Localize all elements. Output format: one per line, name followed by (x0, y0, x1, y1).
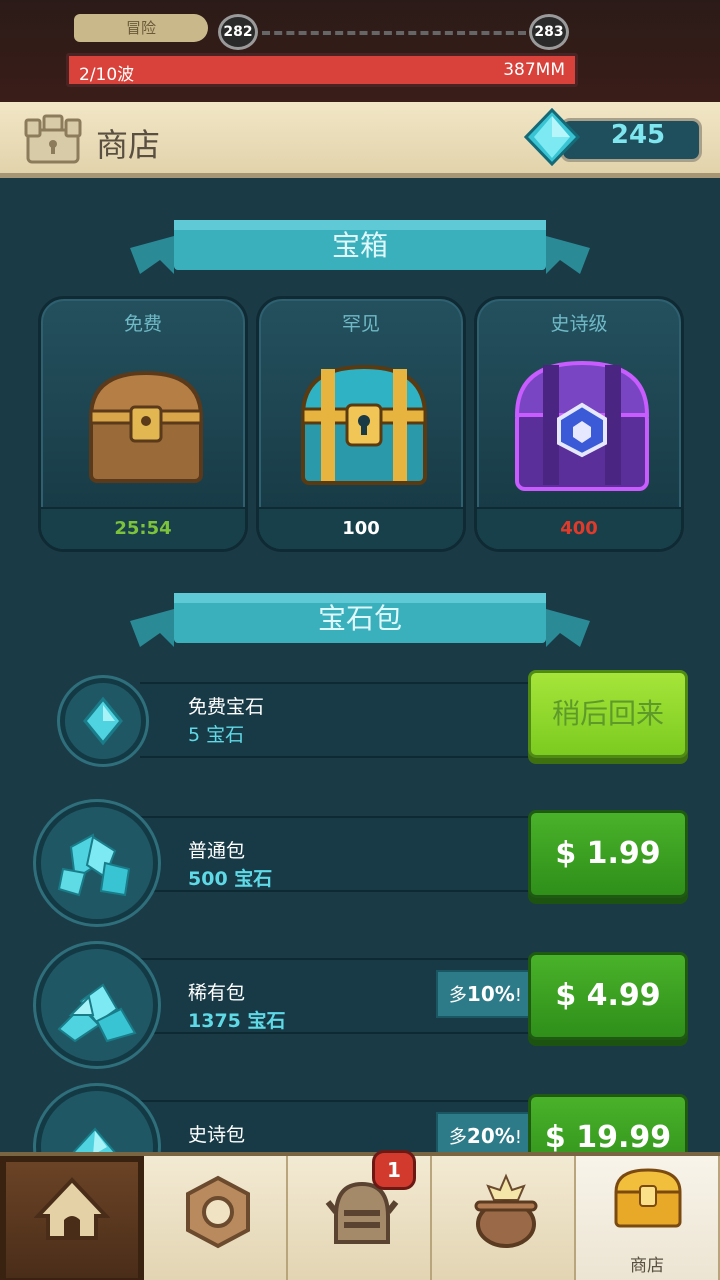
buy-pack-button[interactable]: $ 4.99 (528, 952, 688, 1040)
hex-nut-icon (186, 1175, 250, 1249)
epic-chest-icon (514, 360, 650, 491)
rare-chest-icon (300, 364, 428, 485)
notification-badge: 1 (372, 1150, 416, 1190)
level-progress-dashes (262, 31, 526, 35)
rare-chest-card[interactable]: 罕见 100 (256, 296, 466, 552)
buy-pack-button[interactable]: $ 1.99 (528, 810, 688, 898)
chest-price: 400 (477, 507, 681, 549)
free-chest-card[interactable]: 免费 25:54 (38, 296, 248, 552)
gem-pack-row: 普通包 500 宝石 $ 1.99 (36, 802, 690, 936)
chests-banner: 宝箱 (130, 212, 590, 282)
wave-progress-bar: 2/10波 387MM (66, 53, 578, 87)
gem-pack-row: 稀有包 1375 宝石 多10%! $ 4.99 (36, 944, 690, 1078)
nav-tab-home[interactable] (0, 1156, 144, 1280)
gem-icon (83, 696, 123, 746)
distance-counter: 387MM (503, 60, 565, 80)
gem-pile-icon (57, 983, 137, 1043)
adventure-tag: 冒险 (74, 14, 208, 42)
cauldron-icon (474, 1173, 538, 1248)
adventure-bar: 冒险 282 283 2/10波 387MM (0, 0, 720, 102)
nav-tab-shop-label: 商店 (630, 1256, 664, 1276)
chest-timer: 25:54 (41, 507, 245, 549)
bonus-tag: 多10%! (436, 970, 532, 1018)
wood-chest-icon (88, 370, 204, 483)
gem-packs-section-title: 宝石包 (317, 602, 402, 635)
epic-chest-card[interactable]: 史诗级 400 (474, 296, 684, 552)
nav-tab-gear[interactable] (144, 1156, 288, 1280)
tent-icon (34, 1177, 110, 1240)
nav-tab-cauldron[interactable] (432, 1156, 576, 1280)
chest-icon (614, 1168, 682, 1228)
gem-icon (524, 108, 580, 166)
pack-name: 普通包 (188, 840, 246, 862)
pack-name: 免费宝石 (188, 696, 265, 718)
pack-amount: 1375 宝石 (188, 1010, 286, 1032)
pack-name: 史诗包 (188, 1124, 246, 1146)
gem-packs-banner: 宝石包 (130, 585, 590, 655)
pack-name: 稀有包 (188, 982, 246, 1004)
wave-counter: 2/10波 (79, 65, 135, 85)
chest-title: 罕见 (341, 313, 380, 335)
chest-title: 免费 (123, 313, 162, 335)
page-title: 商店 (96, 126, 161, 164)
gem-balance: 245 (610, 120, 666, 150)
chests-section-title: 宝箱 (331, 229, 388, 262)
come-back-later-button[interactable]: 稍后回来 (528, 670, 688, 758)
chest-price: 100 (259, 507, 463, 549)
castle-shop-icon (24, 114, 82, 164)
pack-badge (36, 944, 158, 1066)
gem-pile-icon (57, 833, 131, 897)
bottom-nav: 商店 (0, 1152, 720, 1280)
current-level-badge: 282 (218, 14, 258, 50)
nav-tab-shop[interactable]: 商店 (576, 1156, 720, 1280)
gem-pack-row: 免费宝石 5 宝石 稍后回来 (40, 670, 690, 802)
pack-badge (60, 678, 146, 764)
pack-amount: 5 宝石 (188, 724, 245, 746)
pack-badge (36, 802, 158, 924)
next-level-badge: 283 (529, 14, 569, 50)
pack-amount: 500 宝石 (188, 868, 273, 890)
chest-title: 史诗级 (550, 313, 608, 335)
